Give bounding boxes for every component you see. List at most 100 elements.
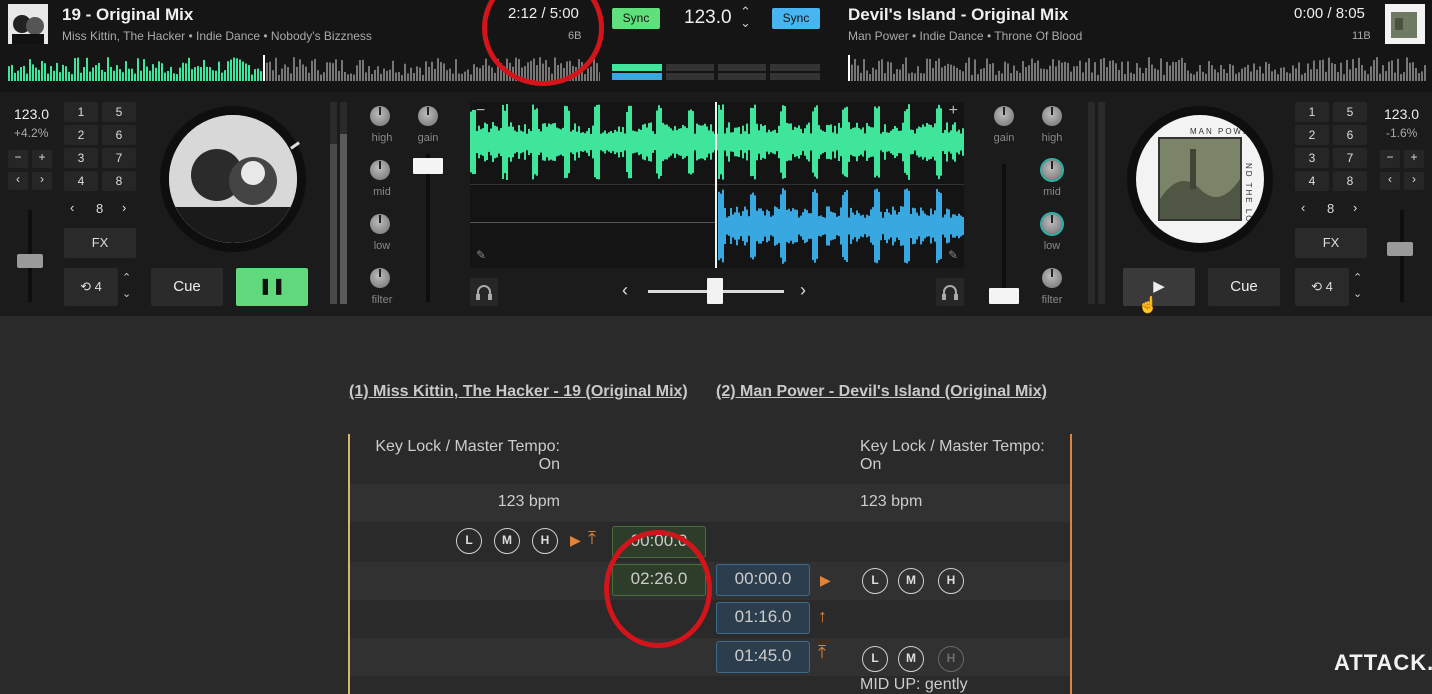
- edit-pencil-icon-b[interactable]: ✎: [948, 248, 958, 262]
- deck-b-gain-knob[interactable]: [994, 106, 1014, 126]
- cue-b2-box[interactable]: 01:16.0: [716, 602, 810, 634]
- deck-a-loop-button[interactable]: ⟲ 4: [64, 268, 118, 306]
- crossfader-handle[interactable]: [707, 278, 723, 304]
- deck-a-tempo-plus[interactable]: +: [32, 150, 52, 168]
- deck-a-hotcue[interactable]: 7: [102, 148, 136, 168]
- cue-b1-box[interactable]: 00:00.0: [716, 564, 810, 596]
- deck-b-tempo-plus[interactable]: +: [1404, 150, 1424, 168]
- eq-mid-icon-b: M: [898, 568, 924, 594]
- mix-notes-panel: (1) Miss Kittin, The Hacker - 19 (Origin…: [0, 316, 1432, 694]
- deck-a-loop-stepper-icon[interactable]: ⌃ ⌄: [122, 270, 131, 302]
- deck-b-hotcue[interactable]: 3: [1295, 148, 1329, 168]
- bpm-stepper-icon[interactable]: ⌃ ⌄: [740, 5, 751, 29]
- deck-b-mid-label: mid: [1043, 186, 1061, 198]
- deck-a-play-pause-button[interactable]: ❚❚: [236, 268, 308, 306]
- eq-low-icon-b: L: [862, 568, 888, 594]
- cue-b3-box[interactable]: 01:45.0: [716, 641, 810, 673]
- crossfader-right-icon[interactable]: ›: [800, 280, 806, 301]
- deck-a-hotcue[interactable]: 2: [64, 125, 98, 145]
- deck-a-hotcue[interactable]: 8: [102, 171, 136, 191]
- deck-b-mid-knob[interactable]: [1042, 160, 1062, 180]
- play-marker-icon: ▶: [570, 532, 581, 548]
- rise-marker-icon-b: ⤒: [818, 642, 826, 662]
- keylock-b-text: Key Lock / Master Tempo: On: [860, 438, 1045, 473]
- deck-b-play-button[interactable]: ▶: [1123, 268, 1195, 306]
- deck-b-platter[interactable]: MAN POWER ND THE LOOP: [1127, 106, 1273, 252]
- deck-b-tempo-minus[interactable]: −: [1380, 150, 1400, 168]
- deck-b-key: 11B: [1352, 30, 1371, 42]
- mid-up-note: MID UP: gently: [860, 676, 968, 693]
- mouse-cursor-icon: ☝: [1138, 297, 1158, 314]
- zoom-out-icon[interactable]: −: [476, 102, 485, 120]
- deck-a-mid-knob[interactable]: [370, 160, 390, 180]
- deck-b-high-label: high: [1041, 132, 1063, 144]
- deck-a-vu-meter-r: [340, 102, 347, 304]
- deck-a-hotcue[interactable]: 5: [102, 102, 136, 122]
- deck-b-hotcue[interactable]: 1: [1295, 102, 1329, 122]
- deck-a-tempo-minus[interactable]: −: [8, 150, 28, 168]
- deck-b-pitch: -1.6%: [1386, 126, 1418, 140]
- deck-b-hotcue[interactable]: 7: [1333, 148, 1367, 168]
- deck-b-high-knob[interactable]: [1042, 106, 1062, 126]
- deck-b-pitch-fader-handle[interactable]: [1387, 242, 1413, 256]
- deck-b-loop-stepper-icon[interactable]: ⌃ ⌄: [1353, 270, 1362, 302]
- deck-a-platter[interactable]: [160, 106, 306, 252]
- deck-b-art-side-text: ND THE LOOP: [1244, 163, 1253, 240]
- loop-halve-icon[interactable]: ‹: [70, 200, 74, 215]
- deck-a-hotcue[interactable]: 4: [64, 171, 98, 191]
- deck-a-pitch-fader-handle[interactable]: [17, 254, 43, 268]
- deck-b-hotcue[interactable]: 6: [1333, 125, 1367, 145]
- loop-halve-icon[interactable]: ‹: [1301, 200, 1305, 215]
- deck-b-fx-button[interactable]: FX: [1295, 228, 1367, 258]
- deck-a-pitch: +4.2%: [14, 126, 49, 140]
- loop-double-icon[interactable]: ›: [122, 200, 126, 215]
- deck-b-filter-knob[interactable]: [1042, 268, 1062, 288]
- deck-a-title: 19 - Original Mix: [62, 5, 194, 24]
- deck-b-low-knob[interactable]: [1042, 214, 1062, 234]
- deck-a-meta: Miss Kittin, The Hacker • Indie Dance • …: [62, 29, 372, 43]
- deck-b-sync-button[interactable]: Sync: [772, 8, 820, 29]
- deck-b-overview-waveform[interactable]: [848, 55, 1426, 81]
- deck-a-hotcue[interactable]: 6: [102, 125, 136, 145]
- deck-a-low-knob[interactable]: [370, 214, 390, 234]
- deck-a-loop-label: 4: [94, 279, 102, 294]
- deck-a-hotcue[interactable]: 1: [64, 102, 98, 122]
- zoom-in-icon[interactable]: +: [949, 102, 958, 120]
- scrolling-waveform[interactable]: − + ✎ ✎: [470, 102, 964, 268]
- deck-b-headphone-icon[interactable]: [936, 278, 964, 306]
- deck-a-hotcue[interactable]: 3: [64, 148, 98, 168]
- track-2-link[interactable]: (2) Man Power - Devil's Island (Original…: [716, 382, 1056, 402]
- deck-a-cue-button[interactable]: Cue: [151, 268, 223, 306]
- deck-b-loop-button[interactable]: ⟲ 4: [1295, 268, 1349, 306]
- deck-a-nudge-left[interactable]: ‹: [8, 172, 28, 190]
- deck-b-hotcue[interactable]: 8: [1333, 171, 1367, 191]
- deck-a-volume-fader-track: [426, 154, 430, 302]
- deck-a-volume-fader-handle[interactable]: [413, 158, 443, 174]
- deck-a-high-knob[interactable]: [370, 106, 390, 126]
- eq-low-icon-a: L: [456, 528, 482, 554]
- deck-a-nudge-right[interactable]: ›: [32, 172, 52, 190]
- crossfader-left-icon[interactable]: ‹: [622, 280, 628, 301]
- deck-a-high-label: high: [371, 132, 393, 144]
- mixer-area: 123.0 +4.2% − + ‹ › 1 5 2 6 3 7 4 8 ‹ 8 …: [0, 92, 1432, 316]
- deck-b-loop-size-value: 8: [1327, 201, 1335, 216]
- deck-b-art-text: MAN POWER: [1190, 127, 1259, 136]
- deck-b-cue-button[interactable]: Cue: [1208, 268, 1280, 306]
- track-1-link[interactable]: (1) Miss Kittin, The Hacker - 19 (Origin…: [349, 382, 699, 402]
- deck-a-hotcues: 1 5 2 6 3 7 4 8: [64, 102, 136, 191]
- deck-b-hotcue[interactable]: 4: [1295, 171, 1329, 191]
- deck-b-hotcue[interactable]: 5: [1333, 102, 1367, 122]
- deck-a-sync-button[interactable]: Sync: [612, 8, 660, 29]
- loop-double-icon[interactable]: ›: [1353, 200, 1357, 215]
- deck-b-volume-fader-handle[interactable]: [989, 288, 1019, 304]
- edit-pencil-icon[interactable]: ✎: [476, 248, 486, 262]
- eq-low-icon-b2: L: [862, 646, 888, 672]
- deck-b-vu-meter: [1088, 102, 1095, 304]
- deck-a-headphone-icon[interactable]: [470, 278, 498, 306]
- deck-a-fx-button[interactable]: FX: [64, 228, 136, 258]
- deck-b-nudge-right[interactable]: ›: [1404, 172, 1424, 190]
- deck-a-filter-knob[interactable]: [370, 268, 390, 288]
- deck-b-nudge-left[interactable]: ‹: [1380, 172, 1400, 190]
- deck-a-gain-knob[interactable]: [418, 106, 438, 126]
- deck-b-hotcue[interactable]: 2: [1295, 125, 1329, 145]
